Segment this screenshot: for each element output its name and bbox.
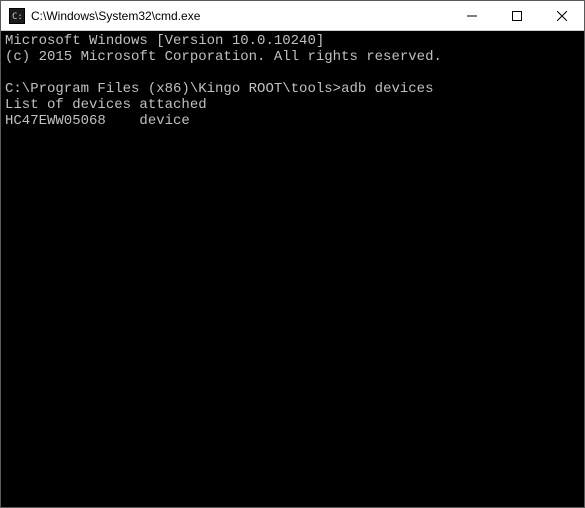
device-row: HC47EWW05068 device xyxy=(5,113,190,129)
maximize-button[interactable] xyxy=(494,1,539,30)
banner-line: (c) 2015 Microsoft Corporation. All righ… xyxy=(5,49,442,65)
window-title: C:\Windows\System32\cmd.exe xyxy=(31,9,449,23)
typed-command: adb devices xyxy=(341,81,433,97)
prompt-path: C:\Program Files (x86)\Kingo ROOT\tools> xyxy=(5,81,341,97)
titlebar[interactable]: C: C:\Windows\System32\cmd.exe xyxy=(1,1,584,31)
output-header: List of devices attached xyxy=(5,97,207,113)
cmd-window: C: C:\Windows\System32\cmd.exe Microsoft… xyxy=(0,0,585,508)
svg-text:C:: C: xyxy=(12,12,23,22)
banner-line: Microsoft Windows [Version 10.0.10240] xyxy=(5,33,324,49)
cmd-icon: C: xyxy=(9,8,25,24)
window-controls xyxy=(449,1,584,30)
minimize-button[interactable] xyxy=(449,1,494,30)
prompt-line: C:\Program Files (x86)\Kingo ROOT\tools>… xyxy=(5,81,433,97)
terminal-output[interactable]: Microsoft Windows [Version 10.0.10240] (… xyxy=(1,31,584,507)
close-button[interactable] xyxy=(539,1,584,30)
